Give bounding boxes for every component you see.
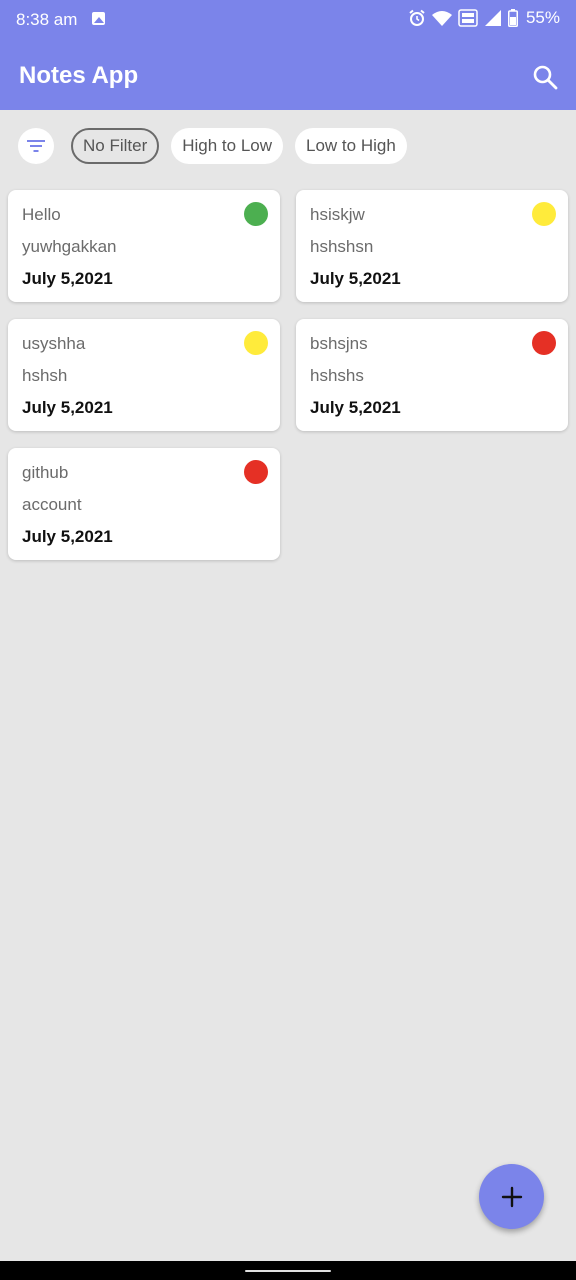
add-note-button[interactable] [479, 1164, 544, 1229]
priority-indicator [532, 202, 556, 226]
note-card[interactable]: bshsjns hshshs July 5,2021 [296, 319, 568, 431]
filter-button[interactable] [18, 128, 54, 164]
note-title: github [22, 463, 69, 482]
note-title: usyshha [22, 334, 86, 353]
notes-grid: Hello yuwhgakkan July 5,2021 hsiskjw hsh… [8, 190, 568, 560]
chip-high-to-low[interactable]: High to Low [171, 128, 284, 164]
status-time: 8:38 am [16, 10, 78, 29]
note-card[interactable]: Hello yuwhgakkan July 5,2021 [8, 190, 280, 302]
status-icons: 55% [408, 8, 560, 28]
priority-indicator [244, 460, 268, 484]
note-date: July 5,2021 [22, 398, 113, 417]
note-body: hshshsn [310, 237, 374, 256]
priority-indicator [532, 331, 556, 355]
priority-indicator [244, 331, 268, 355]
filter-bar: No Filter High to Low Low to High [18, 127, 419, 165]
alarm-icon [408, 9, 426, 27]
priority-indicator [244, 202, 268, 226]
app-header: 8:38 am 55% Notes App [0, 0, 576, 110]
status-bar: 8:38 am 55% [0, 0, 576, 38]
home-gesture-handle[interactable] [245, 1270, 331, 1272]
note-title: Hello [22, 205, 61, 224]
app-title: Notes App [19, 62, 139, 89]
note-title: hsiskjw [310, 205, 365, 224]
note-date: July 5,2021 [310, 269, 401, 288]
search-icon [533, 65, 558, 90]
note-card[interactable]: github account July 5,2021 [8, 448, 280, 560]
note-date: July 5,2021 [22, 527, 113, 546]
filter-icon [27, 140, 45, 152]
note-date: July 5,2021 [310, 398, 401, 417]
search-button[interactable] [532, 64, 558, 90]
chip-no-filter[interactable]: No Filter [71, 128, 160, 164]
note-body: hshsh [22, 366, 68, 385]
chip-low-to-high[interactable]: Low to High [295, 128, 407, 164]
note-card[interactable]: usyshha hshsh July 5,2021 [8, 319, 280, 431]
volte-icon [458, 9, 478, 27]
signal-icon [484, 9, 502, 27]
note-card[interactable]: hsiskjw hshshsn July 5,2021 [296, 190, 568, 302]
note-body: hshshs [310, 366, 364, 385]
navigation-bar [0, 1261, 576, 1280]
note-date: July 5,2021 [22, 269, 113, 288]
plus-icon [501, 1186, 522, 1207]
battery-percent: 55% [525, 8, 560, 27]
note-title: bshsjns [310, 334, 368, 353]
image-icon [92, 12, 105, 25]
wifi-icon [431, 10, 452, 26]
note-body: account [22, 495, 82, 514]
note-body: yuwhgakkan [22, 237, 117, 256]
battery-icon [507, 9, 518, 27]
